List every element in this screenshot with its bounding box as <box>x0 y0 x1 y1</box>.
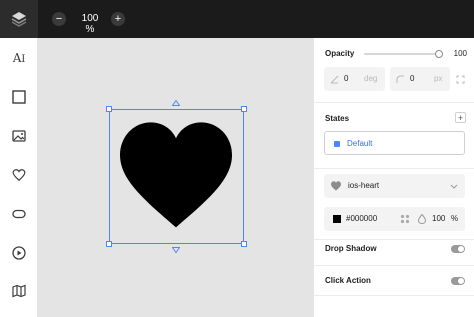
layers-logo-icon <box>11 12 27 27</box>
top-toolbar: − 100 % + <box>0 0 474 38</box>
zoom-level: 100 % <box>81 13 99 35</box>
add-state-button[interactable]: + <box>455 112 466 123</box>
zoom-out-button[interactable]: − <box>52 12 66 26</box>
states-label: States <box>325 114 350 123</box>
color-hex[interactable]: #000000 <box>346 214 377 223</box>
divider <box>314 295 474 296</box>
icon-select[interactable]: ios-heart <box>324 174 465 198</box>
opacity-label: Opacity <box>325 49 355 58</box>
icon-name: ios-heart <box>348 181 380 190</box>
color-opacity-unit: % <box>451 214 459 223</box>
chevron-down-icon <box>450 184 458 189</box>
radius-unit: px <box>434 74 443 83</box>
radius-value: 0 <box>410 74 415 83</box>
corner-radius-icon <box>396 75 404 83</box>
properties-panel: Opacity 100 0 deg 0 px States + Default … <box>313 38 474 317</box>
zoom-in-button[interactable]: + <box>111 12 125 26</box>
state-color-dot <box>334 141 340 147</box>
app-logo[interactable] <box>0 0 38 38</box>
button-tool[interactable] <box>11 206 27 222</box>
tool-sidebar: AI <box>0 38 38 317</box>
color-field[interactable]: #000000 100 % <box>324 207 465 231</box>
droplet-icon <box>418 214 426 224</box>
resize-handle-bottom-left[interactable] <box>106 241 112 247</box>
grid-dots-icon[interactable] <box>400 214 410 224</box>
state-default[interactable]: Default <box>324 131 465 155</box>
resize-down-handle-icon[interactable] <box>172 247 180 253</box>
plus-icon: + <box>114 12 122 25</box>
heart-outline-icon <box>12 169 26 182</box>
angle-icon <box>330 75 339 84</box>
opacity-slider-track[interactable] <box>364 53 439 55</box>
icon-tool[interactable] <box>11 167 27 183</box>
play-circle-icon <box>12 246 26 260</box>
video-tool[interactable] <box>11 245 27 261</box>
text-icon: AI <box>12 51 26 65</box>
rectangle-tool[interactable] <box>11 89 27 105</box>
opacity-value: 100 <box>453 49 467 58</box>
expand-icon[interactable] <box>456 75 465 84</box>
button-icon <box>12 209 26 219</box>
square-icon <box>12 90 26 104</box>
resize-handle-top-right[interactable] <box>241 106 247 112</box>
plus-icon: + <box>457 112 464 123</box>
design-canvas[interactable] <box>38 38 313 317</box>
resize-handle-top-left[interactable] <box>106 106 112 112</box>
heart-shape[interactable] <box>120 122 232 230</box>
color-opacity-value[interactable]: 100 <box>432 214 445 223</box>
map-icon <box>12 284 26 298</box>
minus-icon: − <box>55 12 63 25</box>
image-tool[interactable] <box>11 128 27 144</box>
corner-radius-field[interactable]: 0 px <box>390 67 450 91</box>
map-tool[interactable] <box>11 283 27 299</box>
state-default-label: Default <box>347 139 373 148</box>
rotation-unit: deg <box>364 74 378 83</box>
rotation-field[interactable]: 0 deg <box>324 67 385 91</box>
heart-icon <box>331 181 341 191</box>
divider <box>314 239 474 240</box>
drop-shadow-toggle[interactable] <box>451 245 465 253</box>
rotation-value: 0 <box>344 74 349 83</box>
click-action-label: Click Action <box>325 276 371 285</box>
resize-up-handle-icon[interactable] <box>172 100 180 106</box>
click-action-toggle[interactable] <box>451 277 465 285</box>
resize-handle-bottom-right[interactable] <box>241 241 247 247</box>
drop-shadow-label: Drop Shadow <box>325 244 377 253</box>
color-swatch[interactable] <box>333 215 341 223</box>
image-icon <box>12 130 26 142</box>
divider <box>314 102 474 103</box>
divider <box>314 265 474 266</box>
opacity-slider-thumb[interactable] <box>435 50 443 58</box>
text-tool[interactable]: AI <box>11 50 27 66</box>
divider <box>314 168 474 169</box>
